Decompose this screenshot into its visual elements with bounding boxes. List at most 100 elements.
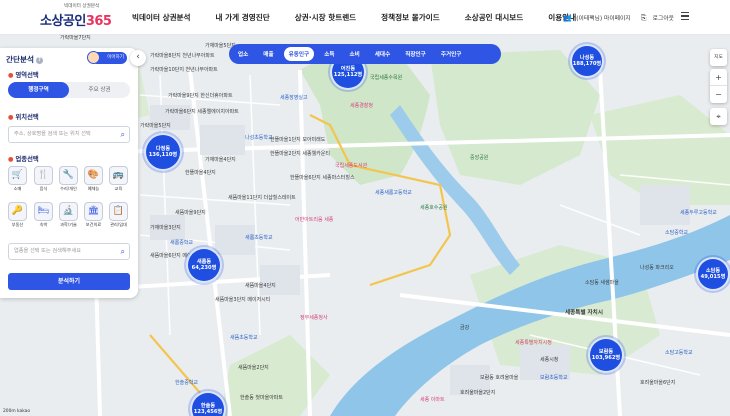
map-label: 소담고등학교 [665,350,693,356]
map-label: 어반아트리움 세종 [295,217,334,223]
nav-dashboard[interactable]: 소상공인 대시보드 [465,12,524,23]
search-icon[interactable]: ⌕ [121,244,125,259]
map-label: 보람초등학교 [540,375,568,381]
user-utility: 👥 (이테팩님) 마이페이지 ⎘ 로그아웃 [563,0,688,35]
industry-lodging[interactable]: 🛏 숙박 [33,202,54,228]
map-label: 금강 [460,325,470,331]
panel-title: 간단분석? [6,54,43,65]
tab-households[interactable]: 세대수 [370,47,395,61]
map-label: 호려울마을6단지 [640,380,676,386]
tab-sales[interactable]: 매출 [258,47,278,61]
industry-section-title: ● 업종선택 [8,156,39,163]
region-bubble-boram[interactable]: 보람동 103,962명 [588,337,624,373]
region-bubble-sodam[interactable]: 소담동 49,015명 [696,257,730,291]
palette-icon: 🎨 [84,166,103,185]
map-label: 나성초등학교 [245,135,273,141]
logout-icon: ⎘ [640,13,647,22]
map-label: 가락마을9단지 한신더휴아파트 [168,93,233,99]
zoom-in-button[interactable]: + [710,69,727,86]
hospital-icon: 🏛 [84,202,103,221]
industry-education[interactable]: 🚌 교육 [108,166,129,192]
search-icon[interactable]: ⌕ [121,127,125,142]
industry-food[interactable]: 🍴 음식 [33,166,54,192]
tab-floating-population[interactable]: 유동인구 [283,47,315,61]
map-label: 새뜸마을11단지 더샵힐스테이트 [228,195,296,201]
analyze-button[interactable]: 분석하기 [8,273,130,290]
map-label: 중앙공원 [470,155,489,161]
microscope-icon: 🔬 [59,202,78,221]
store-icon: ● [8,156,14,163]
location-icon: ● [8,114,14,121]
tab-income[interactable]: 소득 [319,47,339,61]
map-label: 한솔중학교 [175,380,199,386]
map-label: 가락마을10단지 천년나무아파트 [150,67,218,73]
region-bubble-saerom[interactable]: 새롬동 64,230명 [186,247,222,283]
map-label: 세종특별 자치시 [565,310,603,316]
industry-science[interactable]: 🔬 과학/기술 [58,202,79,228]
industry-arts[interactable]: 🎨 예체능 [83,166,104,192]
map-label: 새뜸마을3단지 메이저시티 [215,297,271,303]
map-label: 정부세종청사 [300,315,328,321]
category-tab-bar: 업소 매출 유동인구 소득 소비 세대수 직장인구 주거인구 [229,44,501,64]
map-label: 가락마을8단지 천년나무아파트 [150,53,215,59]
nav-hot-trend[interactable]: 상권·시장 핫트렌드 [295,12,356,23]
region-bubble-nasung[interactable]: 나성동 188,170명 [570,44,604,78]
location-search-input[interactable]: 주소, 상호명을 검색 또는 위치 선택 ⌕ [8,126,130,143]
key-icon: 🔑 [8,202,27,221]
industry-repair[interactable]: 🔧 수리/개인 [58,166,79,192]
map-label: 세종시청 [540,357,559,363]
map-type-button[interactable]: 지도 [710,49,727,66]
area-option-commercial[interactable]: 주요 상권 [69,82,130,98]
locate-control: ⌖ [710,108,727,125]
tab-store[interactable]: 업소 [233,47,253,61]
map-label: 세종호수공원 [420,205,448,211]
industry-realestate[interactable]: 🔑 부동산 [7,202,28,228]
map-label: 소담동 새샘마을 [585,280,619,286]
tab-worker-population[interactable]: 직장인구 [400,47,431,61]
map-type-control[interactable]: 지도 [710,49,727,66]
logo-title: 소상공인365 [40,14,112,29]
industry-health[interactable]: 🏛 보건의료 [83,202,104,228]
map-label: 한뜰마을6단지 세종마스터힐스 [290,175,355,181]
map-label: 한뜰마을2단지 세종웰카운티 [270,151,330,157]
locate-icon[interactable]: ⌖ [710,108,727,125]
food-icon: 🍴 [34,166,53,185]
map-label: 국립세종도서관 [335,163,368,169]
map-label: 가락마을7단지 [60,35,91,41]
map-label: 세종새롬고등학교 [375,190,412,196]
nav-bigdata[interactable]: 빅데이터 상권분석 [132,12,191,23]
collapse-panel-button[interactable]: ‹ [130,50,146,66]
map-label: 나성동 파크리오 [640,265,674,271]
map-label: 새롬초등학교 [245,235,273,241]
nav-policy-guide[interactable]: 정책정보 몰가이드 [381,12,440,23]
character-icon [87,51,100,64]
map-label: 새롬중학교 [170,240,194,246]
zoom-out-button[interactable]: − [710,86,727,103]
industry-search-input[interactable]: 업종을 선택 또는 검색해주세요 ⌕ [8,243,130,260]
area-option-admin[interactable]: 행정구역 [8,82,69,98]
map-label: 세종특별자치시청 [515,340,552,346]
pin-icon: ● [8,72,14,79]
cart-icon: 🛒 [8,166,27,185]
map-label: 국립세종수목원 [370,75,403,81]
tab-resident-population[interactable]: 주거인구 [436,47,467,61]
bed-icon: 🛏 [34,202,53,221]
map-label: 세종장영실고 [280,95,308,101]
map-label: 새뜸마을9단지 [175,210,206,216]
logout-link[interactable]: 로그아웃 [653,13,674,22]
map-label: 한뜰마을4단지 [185,170,216,176]
industry-retail[interactable]: 🛒 소매 [7,166,28,192]
menu-icon[interactable] [681,12,689,20]
region-bubble-dajeong[interactable]: 다정동 136,110명 [144,133,182,171]
map-label: 가락마을6단지 세종엘에이치아파트 [165,109,239,115]
map-label: 세종 이마트 [420,397,445,403]
tab-consumption[interactable]: 소비 [344,47,364,61]
nav-store-diagnosis[interactable]: 내 가게 경영진단 [216,12,270,23]
mypage-link[interactable]: (이테팩님) 마이페이지 [576,13,630,22]
analysis-panel: 간단분석? 이어하기 ‹ ● 영역선택 행정구역 주요 상권 ● 위치선택 주소, … [0,48,146,298]
help-icon[interactable]: ? [35,56,43,64]
industry-management[interactable]: 📋 관리/임대 [108,202,129,228]
user-icon: 👥 [563,13,572,22]
site-logo[interactable]: 빅데이터 상권분석 소상공인365 [40,3,112,31]
resume-button[interactable]: 이어하기 [87,51,127,64]
